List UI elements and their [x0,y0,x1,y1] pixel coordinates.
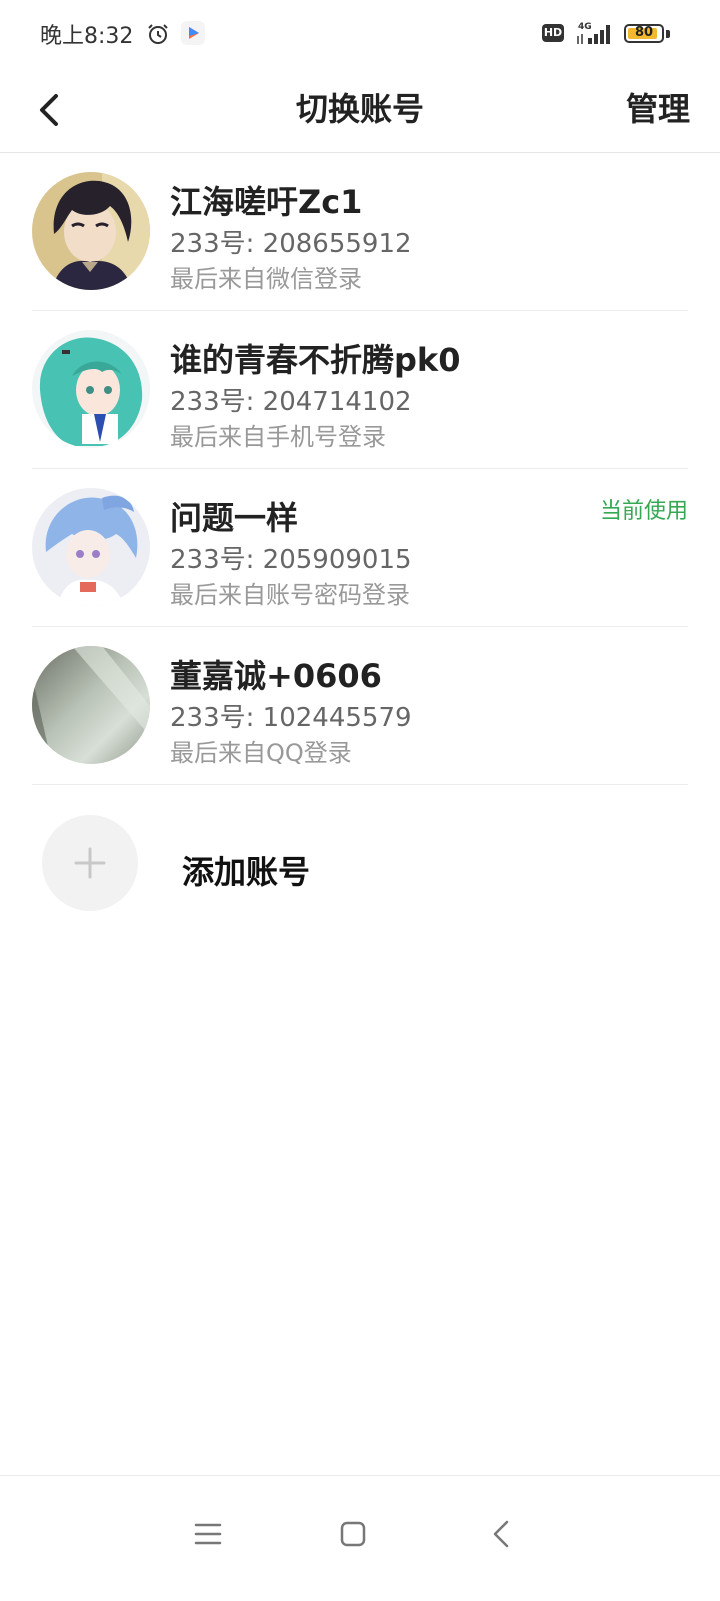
account-login-method: 最后来自微信登录 [170,265,362,293]
dark-hair-anime-avatar [32,172,150,290]
alarm-icon [148,24,168,44]
hd-badge: HD [542,24,564,42]
account-id-number: 208655912 [262,229,412,259]
account-row[interactable]: 问题一样 233号: 205909015 最后来自账号密码登录 当前使用 [32,469,688,627]
svg-text:4G: 4G [578,22,592,32]
battery-cap [666,30,670,38]
account-name: 董嘉诚+0606 [170,657,382,695]
video-play-icon [181,21,205,45]
back-icon[interactable] [474,1506,530,1562]
account-login-method: 最后来自账号密码登录 [170,581,410,609]
account-id: 233号: 102445579 [170,697,412,734]
account-row[interactable]: 谁的青春不折腾pk0 233号: 204714102 最后来自手机号登录 [32,311,688,469]
account-id-prefix: 233号: [170,703,263,733]
current-account-badge: 当前使用 [599,499,688,524]
account-row[interactable]: 江海嗟吁Zc1 233号: 208655912 最后来自微信登录 [32,153,688,311]
header: 切换账号 管理 [0,68,720,153]
account-id-number: 204714102 [262,387,412,417]
status-time: 晚上8:32 [40,24,134,49]
blue-hair-anime-avatar [32,488,150,606]
signal-icon: 4G [577,22,610,44]
account-name: 问题一样 [170,499,299,537]
manage-button[interactable]: 管理 [626,84,690,130]
account-id: 233号: 205909015 [170,539,412,576]
account-name: 江海嗟吁Zc1 [170,183,363,221]
account-id: 233号: 204714102 [170,381,412,418]
page-title: 切换账号 [295,90,424,128]
plus-icon [74,847,106,879]
teal-hair-anime-avatar [32,330,150,448]
account-login-method: 最后来自手机号登录 [170,423,386,451]
home-icon[interactable] [325,1506,381,1562]
account-id-prefix: 233号: [170,229,263,259]
account-id-number: 205909015 [262,545,412,575]
account-id-prefix: 233号: [170,545,263,575]
status-bar: 晚上8:32 HD 4G 80 [0,0,720,68]
add-account-button[interactable]: 添加账号 [42,815,682,915]
blurry-photo-avatar [32,646,150,764]
add-account-label: 添加账号 [182,853,311,891]
account-id: 233号: 208655912 [170,223,412,260]
menu-icon[interactable] [180,1506,236,1562]
system-nav-bar [0,1475,720,1601]
account-name: 谁的青春不折腾pk0 [170,341,461,379]
account-id-number: 102445579 [262,703,412,733]
account-list: 江海嗟吁Zc1 233号: 208655912 最后来自微信登录 谁的青春不折腾… [0,153,720,785]
account-id-prefix: 233号: [170,387,263,417]
battery-icon: 80 [624,24,664,43]
battery-level: 80 [634,25,654,40]
account-login-method: 最后来自QQ登录 [170,739,352,767]
account-row[interactable]: 董嘉诚+0606 233号: 102445579 最后来自QQ登录 [32,627,688,785]
